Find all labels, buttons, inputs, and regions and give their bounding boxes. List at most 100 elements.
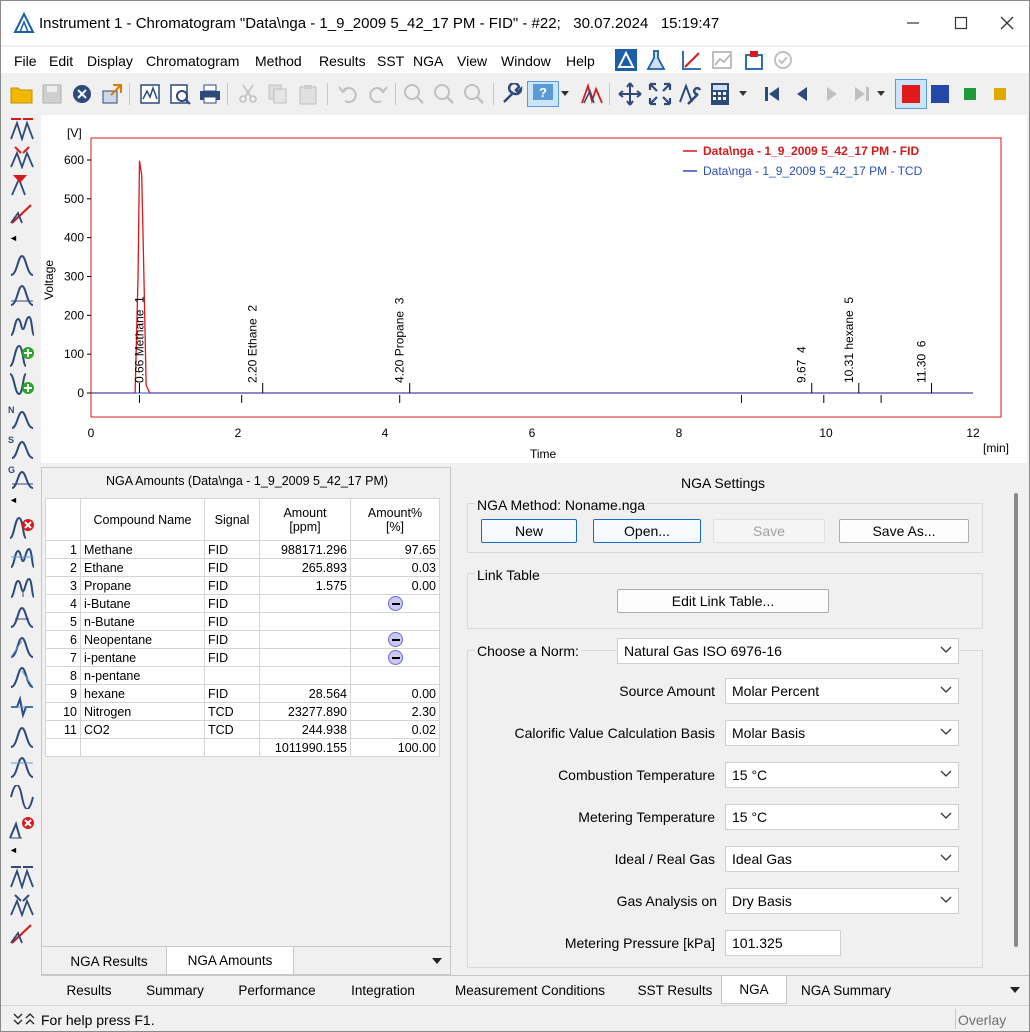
- rear-tangent-icon[interactable]: [7, 663, 37, 691]
- print-icon[interactable]: [197, 81, 223, 107]
- first-icon[interactable]: [759, 81, 785, 107]
- amount-percent-cell[interactable]: 0.02: [350, 720, 440, 739]
- amount-cell[interactable]: 265.893: [259, 558, 351, 577]
- ideal-real-gas-select[interactable]: Ideal Gas: [725, 846, 959, 872]
- calorific-basis-select[interactable]: Molar Basis: [725, 720, 959, 746]
- amount-percent-cell[interactable]: 97.65: [350, 540, 440, 559]
- amount-percent-cell[interactable]: [350, 612, 440, 631]
- calibration-icon[interactable]: [678, 47, 706, 73]
- dropdown-arrow-icon[interactable]: [737, 81, 749, 107]
- tab-performance[interactable]: Performance: [225, 976, 329, 1004]
- open-folder-icon[interactable]: [9, 81, 35, 107]
- tab-summary[interactable]: Summary: [135, 976, 215, 1004]
- amount-cell[interactable]: 244.938: [259, 720, 351, 739]
- compound-name-cell[interactable]: Nitrogen: [80, 702, 205, 721]
- integration-tools-icon[interactable]: [677, 81, 703, 107]
- left-arrow-icon[interactable]: ◄: [9, 233, 35, 243]
- close-button[interactable]: [985, 7, 1029, 39]
- blue-square-icon[interactable]: [927, 81, 953, 107]
- fit-icon[interactable]: [647, 81, 673, 107]
- chromatogram-chart[interactable]: [V] [min] Voltage Time 60050040030020010…: [41, 115, 1027, 463]
- tab-nga-results[interactable]: NGA Results: [56, 947, 162, 975]
- norm-select[interactable]: Natural Gas ISO 6976-16: [617, 638, 959, 664]
- tab-nga[interactable]: NGA: [721, 976, 787, 1004]
- next-disabled-icon[interactable]: [819, 81, 845, 107]
- group-peak-icon[interactable]: G: [7, 463, 37, 491]
- compound-name-cell[interactable]: i-pentane: [80, 648, 205, 667]
- amount-cell[interactable]: [259, 612, 351, 631]
- amount-percent-cell[interactable]: 0.00: [350, 576, 440, 595]
- save-as-button[interactable]: Save As...: [839, 519, 969, 543]
- help-pointer-button[interactable]: ?: [527, 81, 559, 107]
- amount-percent-cell[interactable]: 2.30: [350, 702, 440, 721]
- flask-icon[interactable]: [642, 47, 670, 73]
- compound-name-cell[interactable]: Propane: [80, 576, 205, 595]
- edit-link-table-button[interactable]: Edit Link Table...: [617, 589, 829, 613]
- amount-percent-cell[interactable]: 0.00: [350, 684, 440, 703]
- add-peak-icon[interactable]: [7, 341, 37, 369]
- menu-chromatogram[interactable]: Chromatogram: [146, 53, 239, 69]
- negative-peak-icon[interactable]: [7, 783, 37, 811]
- metering-temperature-select[interactable]: 15 °C: [725, 804, 959, 830]
- table-row[interactable]: 1 Methane FID 988171.296 97.65: [45, 540, 440, 559]
- menu-edit[interactable]: Edit: [49, 53, 73, 69]
- baseline-icon[interactable]: [7, 919, 37, 947]
- tab-nga-summary[interactable]: NGA Summary: [793, 976, 899, 1004]
- signal-overlay-icon[interactable]: [579, 81, 605, 107]
- signal-cell[interactable]: FID: [204, 612, 260, 631]
- amount-percent-cell[interactable]: [350, 630, 440, 649]
- cut-disabled-icon[interactable]: [235, 81, 261, 107]
- peak-merge-icon[interactable]: [7, 143, 37, 171]
- peak-icon[interactable]: [7, 251, 37, 279]
- table-row[interactable]: 5 n-Butane FID: [45, 612, 440, 631]
- metering-pressure-input[interactable]: 101.325: [725, 930, 841, 956]
- amount-cell[interactable]: 988171.296: [259, 540, 351, 559]
- calculator-icon[interactable]: [707, 81, 733, 107]
- signal-cell[interactable]: FID: [204, 684, 260, 703]
- amount-cell[interactable]: 28.564: [259, 684, 351, 703]
- skim-peak-icon[interactable]: [7, 723, 37, 751]
- peak-split-icon[interactable]: [7, 171, 37, 199]
- peak-compress-icon[interactable]: [7, 863, 37, 891]
- delete-peak-icon[interactable]: [7, 513, 37, 541]
- menu-help[interactable]: Help: [566, 53, 595, 69]
- amount-percent-cell[interactable]: [350, 594, 440, 613]
- baseline-drop-icon[interactable]: [7, 693, 37, 721]
- table-row[interactable]: 2 Ethane FID 265.893 0.03: [45, 558, 440, 577]
- last-disabled-icon[interactable]: [849, 81, 875, 107]
- zoom-full-disabled-icon[interactable]: [461, 81, 487, 107]
- peak-compress-icon[interactable]: [7, 115, 37, 143]
- dropdown-arrow-icon[interactable]: [875, 81, 887, 107]
- previous-icon[interactable]: [789, 81, 815, 107]
- menu-file[interactable]: File: [14, 53, 37, 69]
- menu-sst[interactable]: SST: [377, 53, 404, 69]
- valley-peak-icon[interactable]: [7, 573, 37, 601]
- save-button[interactable]: Save: [713, 519, 825, 543]
- amount-percent-cell[interactable]: [350, 648, 440, 667]
- instrument-icon[interactable]: [612, 47, 640, 73]
- add-negative-peak-icon[interactable]: [7, 371, 37, 399]
- chart-disabled-icon[interactable]: [708, 47, 736, 73]
- tangent-peak-icon[interactable]: [7, 543, 37, 571]
- new-button[interactable]: New: [481, 519, 577, 543]
- compound-name-cell[interactable]: Neopentane: [80, 630, 205, 649]
- reverse-skim-icon[interactable]: [7, 753, 37, 781]
- amount-percent-cell[interactable]: 0.03: [350, 558, 440, 577]
- menu-window[interactable]: Window: [501, 53, 551, 69]
- compound-name-cell[interactable]: n-pentane: [80, 666, 205, 685]
- tab-overflow-button[interactable]: [1003, 976, 1027, 1004]
- combustion-temperature-select[interactable]: 15 °C: [725, 762, 959, 788]
- gas-analysis-select[interactable]: Dry Basis: [725, 888, 959, 914]
- amount-header[interactable]: Amount [ppm]: [259, 498, 351, 541]
- compound-name-cell[interactable]: hexane: [80, 684, 205, 703]
- save-disabled-icon[interactable]: [39, 81, 65, 107]
- zoom-in-disabled-icon[interactable]: [401, 81, 427, 107]
- compound-name-cell[interactable]: CO2: [80, 720, 205, 739]
- amount-cell[interactable]: [259, 630, 351, 649]
- signal-cell[interactable]: TCD: [204, 720, 260, 739]
- table-row[interactable]: 8 n-pentane: [45, 666, 440, 685]
- double-peak-icon[interactable]: [7, 311, 37, 339]
- menu-display[interactable]: Display: [87, 53, 133, 69]
- menu-results[interactable]: Results: [319, 53, 366, 69]
- tab-sst-results[interactable]: SST Results: [631, 976, 719, 1004]
